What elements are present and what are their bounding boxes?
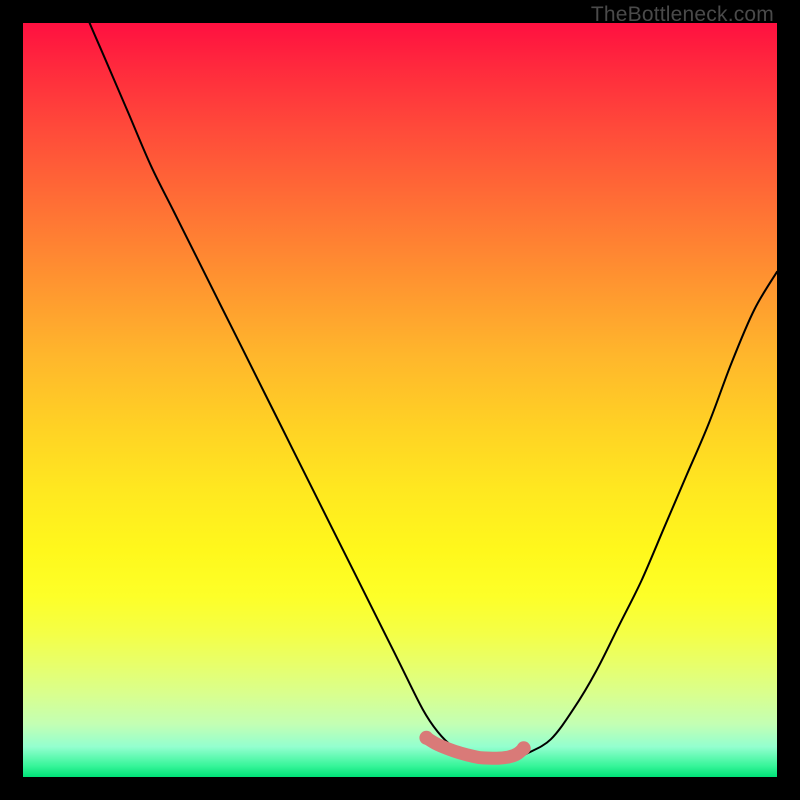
valley-highlight-stroke	[426, 738, 523, 758]
valley-end-marker	[419, 731, 433, 745]
watermark-text: TheBottleneck.com	[591, 3, 774, 27]
chart-frame: TheBottleneck.com	[0, 0, 800, 800]
valley-highlight	[419, 731, 530, 758]
bottleneck-curve	[23, 0, 777, 760]
valley-end-marker	[517, 741, 531, 755]
chart-svg	[23, 23, 777, 777]
